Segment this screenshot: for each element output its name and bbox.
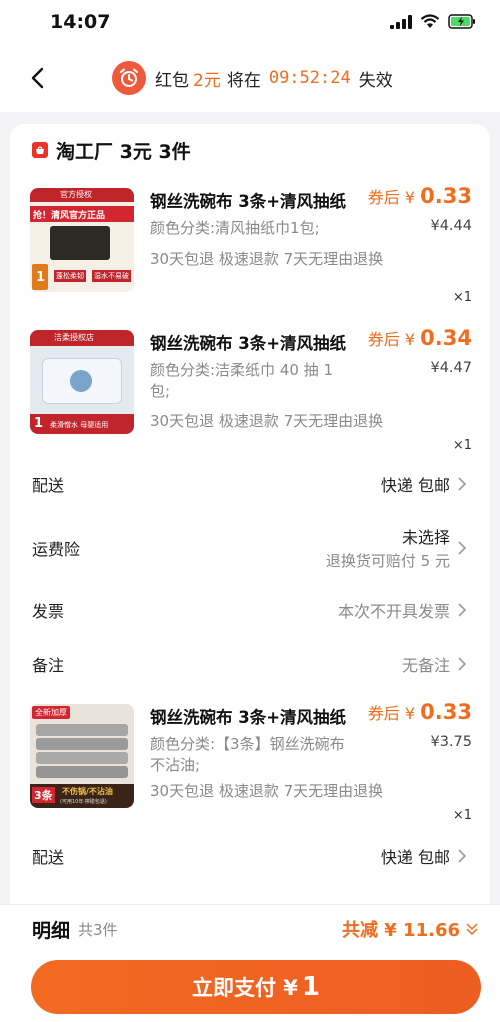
invoice-row[interactable]: 发票 本次不开具发票 — [32, 598, 468, 628]
signal-icon — [390, 14, 412, 29]
status-bar: 14:07 — [0, 0, 500, 44]
insurance-label: 运费险 — [32, 540, 81, 559]
shop-name: 淘工厂 3元 3件 — [56, 140, 191, 163]
price-after-coupon: 券后 ¥ 0.33 — [368, 184, 472, 208]
original-price: ¥3.75 — [430, 734, 472, 750]
price-value: 0.34 — [420, 326, 472, 350]
sku-text[interactable]: 颜色分类:清风抽纸巾1包; — [150, 218, 355, 239]
service-tags: 30天包退 极速退款 7天无理由退换 — [150, 412, 384, 430]
thumb-footer-1: 蓬松柔韧 — [54, 270, 86, 282]
detail-count: 共3件 — [78, 921, 118, 939]
order-card: 淘工厂 3元 3件 官方授权 抢！清风官方正品 1 蓬松柔韧 湿水不易破 钢丝洗… — [10, 124, 490, 904]
saving-text: 共减 ¥ 11.66 — [342, 920, 460, 941]
delivery-value: 快递 包邮 — [380, 848, 450, 867]
service-tags: 30天包退 极速退款 7天无理由退换 — [150, 782, 384, 800]
pay-amount: 1 — [301, 972, 321, 1002]
product-title[interactable]: 钢丝洗碗布 3条+清风抽纸 — [150, 188, 346, 212]
chevron-right-icon — [458, 541, 467, 555]
price-currency: ¥ — [404, 330, 416, 349]
invoice-label: 发票 — [32, 602, 65, 621]
insurance-value: 未选择 — [401, 528, 450, 547]
battery-icon — [448, 14, 475, 29]
delivery-row[interactable]: 配送 快递 包邮 — [32, 844, 468, 874]
price-value: 0.33 — [420, 184, 472, 208]
red-packet-notice: 红包 2元 将在 09:52:24 失效 — [112, 58, 393, 98]
wifi-icon — [420, 14, 440, 28]
product-thumbnail[interactable]: 全新加厚 3条 不伤锅/不沾油 (可用10年·擦碰包退) — [30, 704, 134, 808]
thumb-footer-1: 不伤锅/不沾油 — [62, 787, 113, 796]
quantity: ×1 — [452, 438, 472, 453]
notice-suffix: 失效 — [358, 70, 393, 91]
price-after-coupon: 券后 ¥ 0.33 — [368, 700, 472, 724]
detail-label[interactable]: 明细 — [32, 916, 70, 943]
shipping-insurance-row[interactable]: 运费险 未选择 退换货可赔付 5 元 — [32, 524, 468, 574]
quantity: ×1 — [452, 808, 472, 823]
status-time: 14:07 — [50, 11, 111, 33]
quantity: ×1 — [452, 290, 472, 305]
thumb-footer-1: 柔滑憎水 母婴适用 — [50, 421, 109, 429]
separator — [0, 112, 500, 124]
product-item[interactable]: 全新加厚 3条 不伤锅/不沾油 (可用10年·擦碰包退) 钢丝洗碗布 3条+清风… — [30, 700, 480, 824]
price-currency: ¥ — [404, 188, 416, 207]
chevron-right-icon — [458, 849, 467, 863]
back-button[interactable] — [22, 58, 52, 98]
red-packet-amount: 2元 — [193, 70, 221, 91]
countdown-timer: 09:52:24 — [268, 68, 351, 88]
thumb-footer-2: 湿水不易破 — [92, 270, 131, 282]
service-tags: 30天包退 极速退款 7天无理由退换 — [150, 250, 384, 268]
price-label: 券后 — [367, 704, 400, 723]
total-saving[interactable]: 共减 ¥ 11.66 — [342, 916, 480, 942]
product-item[interactable]: 官方授权 抢！清风官方正品 1 蓬松柔韧 湿水不易破 钢丝洗碗布 3条+清风抽纸… — [30, 184, 480, 308]
shop-header[interactable]: 淘工厂 3元 3件 — [32, 136, 191, 164]
thumb-footer-2: (可用10年·擦碰包退) — [60, 799, 107, 805]
notice-middle: 将在 — [226, 70, 261, 91]
thumb-tag: 官方授权 — [60, 190, 92, 199]
delivery-label: 配送 — [32, 848, 65, 867]
chevron-left-icon — [31, 67, 44, 89]
chevron-right-icon — [458, 603, 467, 617]
sku-text[interactable]: 颜色分类:【3条】钢丝洗碗布不沾油; — [150, 734, 350, 776]
pay-now-button[interactable]: 立即支付 ¥ 1 — [31, 960, 481, 1014]
note-value: 无备注 — [401, 656, 450, 675]
invoice-value: 本次不开具发票 — [337, 602, 450, 621]
double-chevron-down-icon — [466, 923, 478, 936]
note-row[interactable]: 备注 无备注 — [32, 652, 468, 682]
thumb-tag: 全新加厚 — [32, 706, 70, 719]
price-after-coupon: 券后 ¥ 0.34 — [368, 326, 472, 350]
note-label: 备注 — [32, 656, 65, 675]
thumb-count: 1 — [36, 270, 46, 285]
checkout-bar: 明细 共3件 共减 ¥ 11.66 立即支付 ¥ 1 — [0, 904, 500, 1022]
product-thumbnail[interactable]: 洁柔授权店 1 柔滑憎水 母婴适用 — [30, 330, 134, 434]
price-currency: ¥ — [404, 704, 416, 723]
pay-label: 立即支付 ¥ — [191, 976, 298, 1000]
delivery-value: 快递 包邮 — [380, 476, 450, 495]
tissue-box-image — [50, 226, 110, 260]
header: 红包 2元 将在 09:52:24 失效 — [0, 44, 500, 112]
original-price: ¥4.44 — [430, 218, 472, 234]
sku-text[interactable]: 颜色分类:洁柔纸巾 40 抽 1 包; — [150, 360, 340, 402]
alarm-clock-icon — [112, 61, 146, 95]
product-thumbnail[interactable]: 官方授权 抢！清风官方正品 1 蓬松柔韧 湿水不易破 — [30, 188, 134, 292]
chevron-right-icon — [458, 657, 467, 671]
product-title[interactable]: 钢丝洗碗布 3条+清风抽纸 — [150, 704, 346, 728]
chevron-right-icon — [458, 477, 467, 491]
thumb-banner: 抢！清风官方正品 — [33, 211, 106, 221]
product-title[interactable]: 钢丝洗碗布 3条+清风抽纸 — [150, 330, 346, 354]
notice-prefix: 红包 — [155, 70, 189, 91]
delivery-row[interactable]: 配送 快递 包邮 — [32, 472, 468, 502]
insurance-sub: 退换货可赔付 5 元 — [325, 552, 450, 570]
status-icons — [390, 14, 476, 29]
original-price: ¥4.47 — [430, 360, 472, 376]
shop-icon — [32, 142, 48, 158]
price-label: 券后 — [367, 188, 400, 207]
thumb-tag: 洁柔授权店 — [54, 333, 94, 342]
dishcloth-image — [36, 724, 128, 736]
thumb-count: 1 — [34, 416, 44, 431]
product-item[interactable]: 洁柔授权店 1 柔滑憎水 母婴适用 钢丝洗碗布 3条+清风抽纸 券后 ¥ 0.3… — [30, 326, 480, 453]
thumb-count: 3条 — [32, 787, 55, 803]
price-label: 券后 — [367, 330, 400, 349]
delivery-label: 配送 — [32, 476, 65, 495]
price-value: 0.33 — [420, 700, 472, 724]
